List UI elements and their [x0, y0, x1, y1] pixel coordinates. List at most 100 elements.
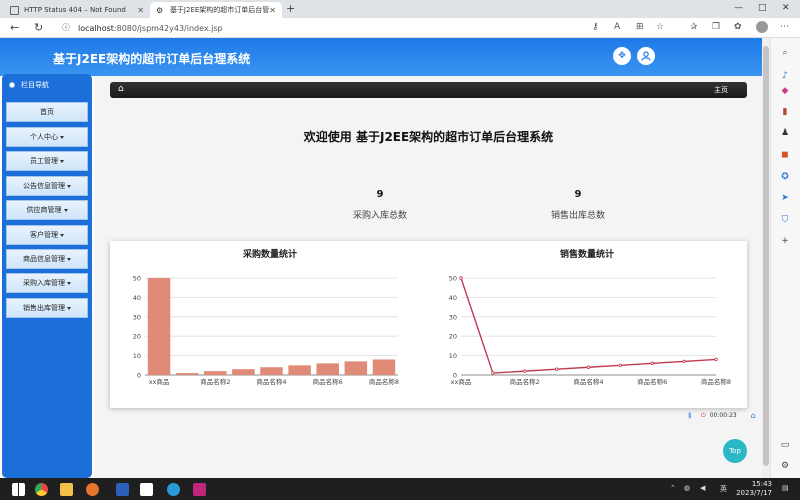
- sidebar-item-products[interactable]: 商品信息管理: [6, 249, 88, 269]
- favorites-bar-icon[interactable]: ✰: [690, 22, 698, 32]
- url-field[interactable]: localhost:8080/jspm42y43/index.jsp: [78, 22, 598, 35]
- add-icon[interactable]: +: [779, 236, 791, 248]
- word-icon[interactable]: [116, 483, 129, 496]
- data-point: [618, 363, 623, 367]
- stop-icon[interactable]: ⏻: [701, 412, 706, 420]
- sidebar-item-profile[interactable]: 个人中心: [6, 127, 88, 147]
- windows-icon[interactable]: [12, 483, 25, 496]
- y-tick-label: 30: [133, 313, 141, 321]
- page-icon: [10, 5, 19, 15]
- purchase-total-label: 采购入库总数: [352, 211, 407, 221]
- sidebar-item-customers[interactable]: 客户管理: [6, 225, 88, 245]
- chess-icon[interactable]: ♟: [779, 128, 791, 140]
- close-icon[interactable]: ✕: [137, 6, 144, 15]
- caret-down-icon: [67, 281, 71, 285]
- x-tick-label: 商品名称2: [200, 377, 230, 386]
- x-tick-label: 商品名称4: [573, 377, 603, 386]
- browser-tab-404[interactable]: HTTP Status 404 – Not Found ✕: [4, 2, 150, 18]
- maximize-icon[interactable]: □: [758, 3, 767, 13]
- sidebar-item-notices[interactable]: 公告信息管理: [6, 176, 88, 196]
- settings-icon[interactable]: ⚙: [779, 461, 791, 473]
- key-icon[interactable]: ⚷: [592, 22, 599, 32]
- network-icon[interactable]: ◍: [684, 484, 690, 492]
- browser-tab-app[interactable]: ⚙ 基于J2EE架构的超市订单后台管理系统 ✕: [150, 2, 282, 18]
- caret-down-icon: [63, 208, 68, 212]
- x-tick-label: 商品名称8: [701, 377, 731, 386]
- close-icon[interactable]: ✕: [269, 6, 276, 15]
- y-tick-label: 20: [449, 333, 457, 341]
- copilot-icon[interactable]: ✪: [779, 172, 791, 184]
- y-tick-label: 10: [449, 352, 457, 360]
- more-icon[interactable]: ⋯: [780, 22, 789, 32]
- data-point: [682, 359, 686, 364]
- intellij-icon[interactable]: [193, 483, 206, 496]
- extensions-icon[interactable]: ✿: [734, 22, 742, 32]
- bell-icon[interactable]: ♪: [779, 71, 791, 83]
- office-icon[interactable]: ◼: [779, 150, 791, 162]
- sidebar-item-home[interactable]: 首页: [6, 102, 88, 122]
- bar: [175, 373, 199, 375]
- window-close-icon[interactable]: ✕: [782, 3, 790, 13]
- tab-title: HTTP Status 404 – Not Found: [24, 6, 126, 14]
- x-tick-label: xx商品: [149, 377, 170, 386]
- collections-icon[interactable]: ❐: [712, 22, 720, 32]
- sidebar-item-suppliers[interactable]: 供应商管理: [6, 200, 88, 220]
- reload-icon[interactable]: ↻: [34, 21, 43, 34]
- pause-icon[interactable]: ∥: [688, 412, 691, 419]
- back-icon[interactable]: ←: [10, 21, 19, 34]
- sales-total-label: 销售出库总数: [550, 211, 605, 221]
- split-screen-icon[interactable]: ⊞: [636, 22, 644, 32]
- sidebar-item-purchasing[interactable]: 采购入库管理: [6, 273, 88, 293]
- sidebar-item-label: 客户管理: [30, 231, 58, 239]
- shopping-icon[interactable]: ⛉: [779, 215, 791, 227]
- sidebar-item-sales[interactable]: 销售出库管理: [6, 298, 88, 318]
- fullscreen-icon[interactable]: ✥: [613, 47, 631, 65]
- edge-icon[interactable]: [167, 483, 180, 496]
- minimize-icon[interactable]: —: [734, 3, 743, 13]
- briefcase-icon[interactable]: ▮: [779, 107, 791, 119]
- series-line: [460, 277, 717, 374]
- browser-side-panel: [770, 38, 800, 478]
- bar: [372, 359, 396, 375]
- folder-icon[interactable]: [60, 483, 73, 496]
- back-to-top-button[interactable]: Top: [723, 439, 747, 463]
- tag-icon[interactable]: ◆: [779, 86, 791, 98]
- home-icon[interactable]: ⌂: [751, 411, 756, 420]
- caret-down-icon: [67, 257, 71, 261]
- browser-icon[interactable]: [86, 483, 99, 496]
- favorite-icon[interactable]: ☆: [656, 22, 664, 32]
- search-icon[interactable]: ⌕: [779, 48, 791, 60]
- home-icon[interactable]: ⌂: [118, 84, 124, 94]
- gear-icon: ⚙: [156, 5, 164, 15]
- avatar[interactable]: [756, 21, 768, 33]
- volume-icon[interactable]: ◀: [700, 484, 705, 492]
- tray-arrow-icon[interactable]: ⌃: [670, 484, 676, 492]
- data-point: [459, 276, 463, 280]
- read-aloud-icon[interactable]: A: [614, 22, 620, 32]
- info-icon[interactable]: ⓘ: [62, 22, 70, 33]
- x-tick-label: xx商品: [451, 377, 472, 386]
- send-icon[interactable]: ➤: [779, 193, 791, 205]
- chrome-icon[interactable]: [35, 483, 48, 496]
- data-point: [714, 357, 718, 362]
- clock[interactable]: 15:43 2023/7/17: [732, 480, 772, 498]
- sidebar-item-label: 个人中心: [30, 133, 58, 141]
- user-icon[interactable]: [637, 47, 655, 65]
- scrollbar-thumb[interactable]: [763, 46, 769, 466]
- y-tick-label: 10: [133, 352, 141, 360]
- bar: [288, 365, 311, 375]
- notification-icon[interactable]: ▤: [782, 484, 789, 492]
- layout-icon[interactable]: ▭: [779, 440, 791, 452]
- x-tick-label: 商品名称6: [313, 377, 343, 386]
- page-scrollbar[interactable]: [762, 38, 770, 478]
- ime-label[interactable]: 英: [720, 484, 727, 494]
- caret-down-icon: [60, 135, 64, 139]
- sidebar-item-staff[interactable]: 员工管理: [6, 151, 88, 171]
- new-tab-icon[interactable]: +: [286, 2, 295, 15]
- data-point: [650, 361, 654, 366]
- y-tick-label: 40: [133, 294, 141, 302]
- charts-svg: 采购数量统计 0 10 20 30 40 50 xx商品 商品名称2 商品名称4 商品名称6 商品名称…: [133, 248, 731, 386]
- url-path: :8080/jspm42y43/index.jsp: [113, 24, 223, 33]
- caret-down-icon: [67, 306, 71, 310]
- player-icon[interactable]: [140, 483, 153, 496]
